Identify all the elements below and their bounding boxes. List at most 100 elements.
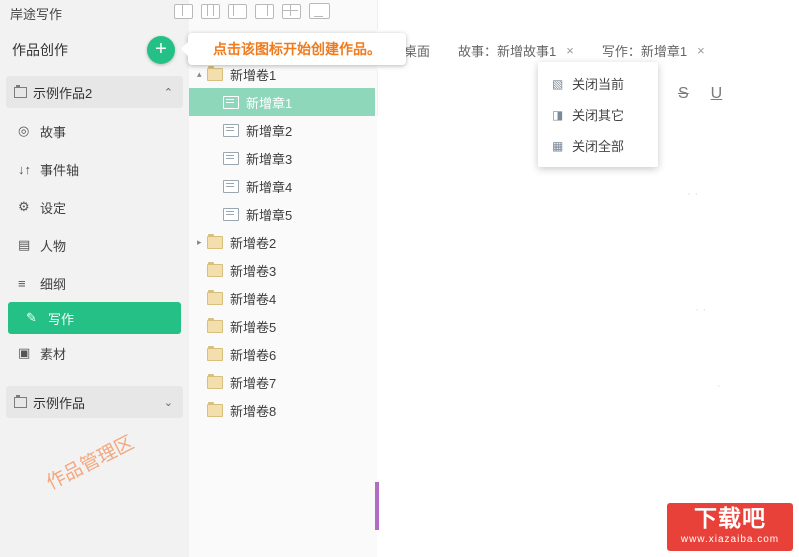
sidebar-section-label: 作品创作	[12, 42, 68, 58]
app-title: 岸途写作	[10, 7, 63, 22]
tree-item-volume-4[interactable]: 新增卷4	[189, 284, 377, 312]
layout-split-icon[interactable]	[174, 3, 193, 19]
sidebar-item-label: 素材	[40, 346, 67, 362]
layout-left-panel-icon[interactable]	[228, 3, 247, 19]
tree-item-label: 新增章3	[246, 151, 293, 167]
tab-context-menu: ▧ 关闭当前 ◨ 关闭其它 ▦ 关闭全部	[538, 62, 658, 167]
tree-item-volume-3[interactable]: 新增卷3	[189, 256, 377, 284]
clock-icon: ◎	[18, 123, 30, 138]
timeline-icon: ↓↑	[18, 161, 31, 177]
close-current-icon: ▧	[552, 76, 564, 91]
sidebar-item-outline[interactable]: ≡ 细纲	[0, 264, 189, 302]
caret-icon[interactable]: ▴	[197, 69, 202, 80]
sidebar-item-settings[interactable]: ⚙ 设定	[0, 188, 189, 226]
layout-three-column-icon[interactable]	[201, 3, 220, 19]
document-icon	[223, 207, 239, 221]
folder-icon	[207, 65, 223, 81]
tree-item-label: 新增章5	[246, 207, 293, 223]
menu-item-close-all[interactable]: ▦ 关闭全部	[538, 130, 658, 161]
sidebar-item-label: 写作	[48, 311, 75, 327]
site-logo: 下载吧 www.xiazaiba.com	[667, 503, 793, 551]
tree-item-volume-5[interactable]: 新增卷5	[189, 312, 377, 340]
sidebar-item-label: 人物	[40, 238, 67, 254]
close-all-icon: ▦	[552, 138, 564, 153]
logo-url: www.xiazaiba.com	[680, 534, 780, 545]
folder-icon	[207, 261, 223, 277]
tree-item-chapter-4[interactable]: 新增章4	[189, 172, 377, 200]
menu-item-label: 关闭全部	[572, 139, 625, 154]
add-work-button[interactable]: +	[147, 36, 175, 64]
gear-icon: ⚙	[18, 199, 30, 214]
tree-item-label: 新增卷7	[230, 375, 277, 391]
layout-grid-icon[interactable]	[282, 3, 301, 19]
sidebar-item-material[interactable]: ▣ 素材	[0, 334, 189, 372]
tree-item-volume-8[interactable]: 新增卷8	[189, 396, 377, 424]
tree-item-chapter-3[interactable]: 新增章3	[189, 144, 377, 172]
tree-item-label: 新增卷8	[230, 403, 277, 419]
onboarding-callout: 点击该图标开始创建作品。	[181, 33, 406, 65]
watermark-label: 作品管理区	[43, 432, 138, 495]
folder-icon	[207, 401, 223, 417]
sidebar-item-label: 设定	[40, 200, 67, 216]
sidebar-nav: ◎ 故事 ↓↑ 事件轴 ⚙ 设定 ▤ 人物 ≡ 细纲 ✎ 写作 ▣ 素材	[0, 112, 189, 372]
folder-icon	[207, 233, 223, 249]
work-item-label: 示例作品	[33, 395, 86, 411]
work-item-open[interactable]: 示例作品2 ⌃	[6, 76, 183, 108]
underline-button[interactable]: U	[711, 85, 723, 103]
editor-canvas[interactable]: · · · · ·	[377, 116, 799, 557]
work-item-closed[interactable]: 示例作品 ⌄	[6, 386, 183, 418]
editor-cursor	[377, 482, 379, 530]
tab-label: 写作：新增章1	[601, 43, 688, 59]
sidebar-item-story[interactable]: ◎ 故事	[0, 112, 189, 150]
document-icon	[223, 179, 239, 193]
folder-icon	[207, 345, 223, 361]
chapter-tree: ▴ 新增卷1 新增章1 新增章2 新增章3 新增章4 新增章5 ▸ 新增卷2 新…	[189, 0, 378, 557]
menu-item-close-others[interactable]: ◨ 关闭其它	[538, 99, 658, 130]
tree-item-label: 新增卷6	[230, 347, 277, 363]
tree-item-label: 新增卷3	[230, 263, 277, 279]
tab-label: 故事：新增故事1	[458, 43, 557, 59]
tree-item-volume-7[interactable]: 新增卷7	[189, 368, 377, 396]
tree-item-volume-6[interactable]: 新增卷6	[189, 340, 377, 368]
tree-item-volume-2[interactable]: ▸ 新增卷2	[189, 228, 377, 256]
tree-item-chapter-2[interactable]: 新增章2	[189, 116, 377, 144]
document-icon	[223, 95, 239, 109]
tree-item-label: 新增章1	[246, 95, 293, 111]
chevron-up-icon[interactable]: ⌃	[164, 86, 173, 99]
menu-item-close-current[interactable]: ▧ 关闭当前	[538, 68, 658, 99]
layout-right-panel-icon[interactable]	[255, 3, 274, 19]
sidebar-item-label: 细纲	[40, 276, 67, 292]
tree-item-label: 新增卷2	[230, 235, 277, 251]
caret-icon[interactable]: ▸	[197, 237, 202, 248]
tree-item-label: 新增卷1	[230, 67, 277, 83]
menu-item-label: 关闭其它	[572, 108, 625, 123]
outline-icon: ≡	[18, 275, 26, 291]
pen-icon: ✎	[26, 310, 37, 325]
logo-title: 下载吧	[694, 505, 766, 531]
work-folder-icon	[14, 394, 27, 408]
chevron-down-icon[interactable]: ⌄	[164, 396, 173, 409]
sidebar-item-label: 事件轴	[40, 162, 80, 178]
close-icon[interactable]: ×	[697, 43, 705, 58]
monitor-icon[interactable]	[309, 3, 330, 19]
left-sidebar: 岸途写作 作品创作 + 示例作品2 ⌃ ◎ 故事 ↓↑ 事件轴 ⚙ 设定 ▤ 人…	[0, 0, 190, 557]
app-window: 岸途写作 作品创作 + 示例作品2 ⌃ ◎ 故事 ↓↑ 事件轴 ⚙ 设定 ▤ 人…	[0, 0, 799, 557]
tree-item-label: 新增卷4	[230, 291, 277, 307]
tree-item-chapter-5[interactable]: 新增章5	[189, 200, 377, 228]
close-icon[interactable]: ×	[566, 43, 574, 58]
folder-icon	[207, 289, 223, 305]
folder-icon	[207, 373, 223, 389]
material-icon: ▣	[18, 345, 31, 360]
callout-text: 点击该图标开始创建作品。	[213, 41, 381, 57]
document-icon	[223, 151, 239, 165]
view-layout-toolbar	[168, 0, 799, 22]
tree-item-chapter-1[interactable]: 新增章1	[189, 88, 375, 116]
sidebar-item-timeline[interactable]: ↓↑ 事件轴	[0, 150, 189, 188]
strikethrough-button[interactable]: S	[678, 85, 689, 103]
sidebar-item-characters[interactable]: ▤ 人物	[0, 226, 189, 264]
sidebar-item-label: 故事	[40, 124, 67, 140]
work-folder-icon	[14, 84, 27, 98]
tree-item-label: 新增卷5	[230, 319, 277, 335]
sidebar-item-writing[interactable]: ✎ 写作	[8, 302, 181, 334]
document-icon	[223, 123, 239, 137]
